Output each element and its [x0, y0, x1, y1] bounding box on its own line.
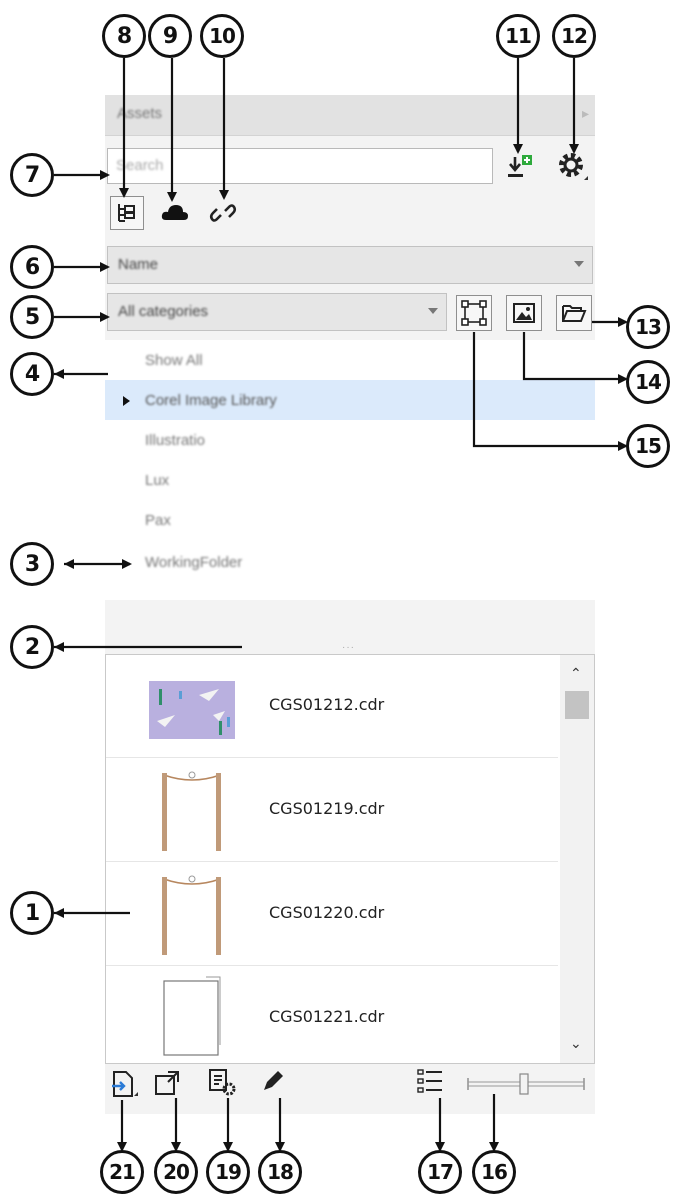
- callout-leader-lines: [54, 58, 628, 1152]
